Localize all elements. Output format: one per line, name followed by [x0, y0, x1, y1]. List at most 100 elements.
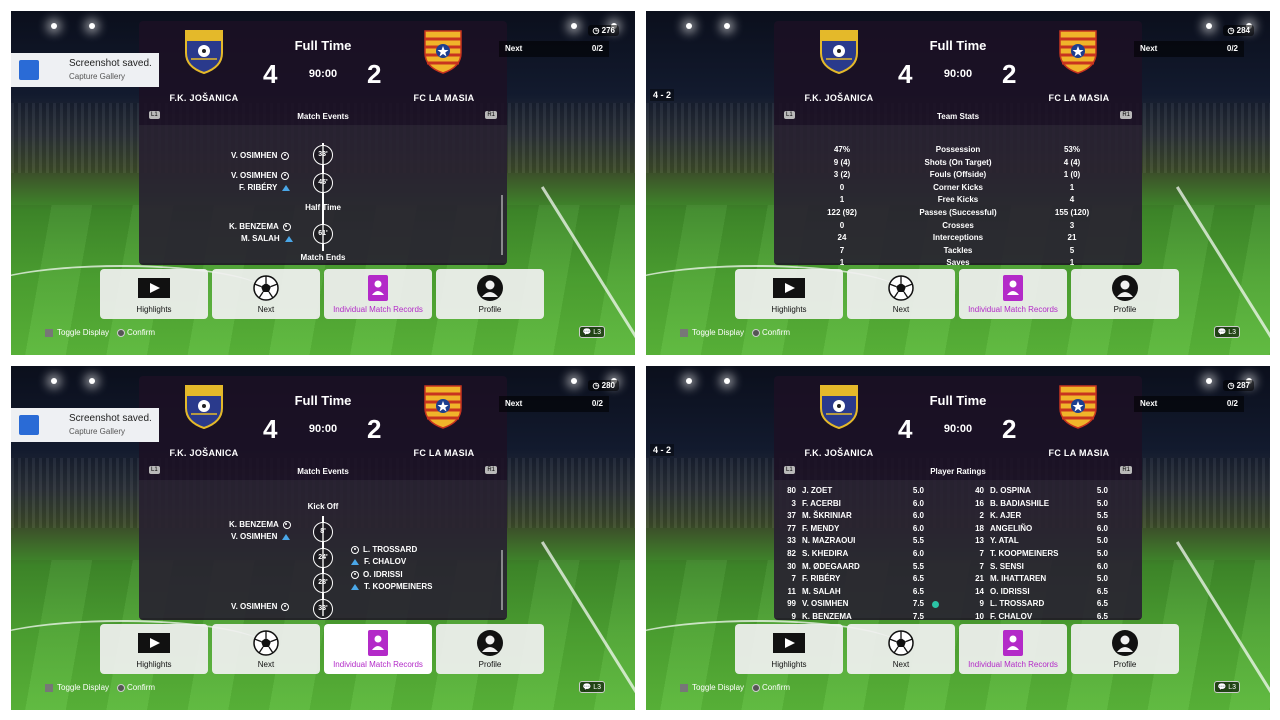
player-rating-row[interactable]: 80 J. ZOET 5.0 [774, 486, 944, 498]
player-rating-row[interactable]: 13 Y. ATAL 5.0 [962, 536, 1132, 548]
player-rating-row[interactable]: 18 ANGELIÑO 6.0 [962, 524, 1132, 536]
player-rating-row[interactable]: 37 M. ŠKRINIAR 6.0 [774, 511, 944, 523]
event-goal: L. TROSSARD [351, 545, 417, 554]
event-assist: M. SALAH [241, 234, 293, 243]
event-goal: K. BENZEMA [229, 222, 291, 231]
screen-quadrant: Full Time 4 90:00 2 F.K. JOŠANICA FC LA … [11, 366, 635, 710]
player-rating-row[interactable]: 21 M. IHATTAREN 5.0 [962, 574, 1132, 586]
cross-button-icon [117, 683, 126, 692]
next-match-bar[interactable]: Next 0/2 [1134, 396, 1244, 412]
individual-records-button[interactable]: Individual Match Records [959, 269, 1067, 319]
individual-records-button[interactable]: Individual Match Records [959, 624, 1067, 674]
away-team-name: FC LA MASIA [1048, 93, 1110, 103]
footer-hints: Toggle Display Confirm [45, 683, 155, 692]
highlights-button[interactable]: Highlights [735, 624, 843, 674]
stat-row: 7 Tackles 5 [839, 245, 1075, 255]
player-rating-row[interactable]: 40 D. OSPINA 5.0 [962, 486, 1132, 498]
player-rating-row[interactable]: 9 L. TROSSARD 6.5 [962, 599, 1132, 611]
away-team-name: FC LA MASIA [413, 448, 475, 458]
l3-chat-button[interactable]: 💬 L3 [578, 681, 605, 693]
scrollbar[interactable] [501, 550, 503, 610]
r1-button[interactable]: R1 [1120, 111, 1132, 119]
section-title: Player Ratings [930, 467, 986, 476]
highlights-button[interactable]: Highlights [100, 624, 208, 674]
player-rating-row[interactable]: 2 K. AJER 5.5 [962, 511, 1132, 523]
r1-button[interactable]: R1 [485, 111, 497, 119]
next-match-bar[interactable]: Next 0/2 [499, 396, 609, 412]
profile-button[interactable]: Profile [436, 624, 544, 674]
next-button[interactable]: Next [847, 269, 955, 319]
screen-quadrant: Full Time 4 90:00 2 F.K. JOŠANICA FC LA … [646, 366, 1270, 710]
player-rating-row[interactable]: 10 F. CHALOV 6.5 [962, 612, 1132, 624]
player-rating-row[interactable]: 16 B. BADIASHILE 5.0 [962, 499, 1132, 511]
next-button[interactable]: Next [847, 624, 955, 674]
match-ends-label: Match Ends [300, 253, 346, 262]
profile-icon [474, 630, 506, 656]
profile-button[interactable]: Profile [1071, 624, 1179, 674]
play-icon [773, 630, 805, 656]
next-button[interactable]: Next [212, 269, 320, 319]
results-panel: Full Time 4 90:00 2 F.K. JOŠANICA FC LA … [139, 376, 507, 620]
stat-row: 9 (4) Shots (On Target) 4 (4) [833, 157, 1081, 167]
minute-marker: 28' [313, 573, 333, 593]
panel-body[interactable]: 47% Possession 53% 9 (4) Shots (On Targe… [774, 125, 1142, 267]
player-rating-row[interactable]: 30 M. ØDEGAARD 5.5 [774, 562, 944, 574]
event-goal: V. OSIMHEN [231, 602, 290, 611]
player-rating-row[interactable]: 11 M. SALAH 6.5 [774, 587, 944, 599]
match-clock: 90:00 [308, 68, 338, 80]
away-score: 2 [367, 59, 382, 89]
minute-marker: 61' [313, 224, 333, 244]
r1-button[interactable]: R1 [485, 466, 497, 474]
player-rating-row[interactable]: 3 F. ACERBI 6.0 [774, 499, 944, 511]
player-rating-row[interactable]: 9 K. BENZEMA 7.5 [774, 612, 944, 624]
panel-body[interactable]: Kick Off K. BENZEMA V. OSIMHEN 8' 24' L. TROS… [139, 480, 507, 619]
individual-records-button[interactable]: Individual Match Records [324, 269, 432, 319]
score-header: Full Time 4 90:00 2 F.K. JOŠANICA FC LA … [774, 21, 1142, 121]
goal-icon [281, 171, 290, 180]
r1-button[interactable]: R1 [1120, 466, 1132, 474]
minute-marker: 33' [313, 599, 333, 619]
highlights-button[interactable]: Highlights [100, 269, 208, 319]
l3-chat-button[interactable]: 💬 L3 [1213, 326, 1240, 338]
panel-body[interactable]: V. OSIMHEN 33' V. OSIMHEN F. RIBÉRY 45' Half … [139, 125, 507, 263]
footer-hints: Toggle Display Confirm [680, 328, 790, 337]
match-status: Full Time [294, 393, 352, 408]
match-clock: 90:00 [943, 68, 973, 80]
records-icon [997, 630, 1029, 656]
next-match-bar[interactable]: Next 0/2 [499, 41, 609, 57]
minute-marker: 8' [313, 522, 333, 542]
player-rating-row[interactable]: 14 O. IDRISSI 6.5 [962, 587, 1132, 599]
half-time-label: Half Time [305, 203, 341, 212]
player-rating-row[interactable]: 7 S. SENSI 6.0 [962, 562, 1132, 574]
next-match-bar[interactable]: Next 0/2 [1134, 41, 1244, 57]
next-button[interactable]: Next [212, 624, 320, 674]
highlights-button[interactable]: Highlights [735, 269, 843, 319]
football-icon [885, 275, 917, 301]
player-rating-row[interactable]: 99 V. OSIMHEN 7.5 [774, 599, 944, 611]
event-goal: K. BENZEMA [229, 520, 291, 529]
home-team-name: F.K. JOŠANICA [804, 448, 874, 458]
stat-row: 47% Possession 53% [833, 145, 1080, 154]
score-header: Full Time 4 90:00 2 F.K. JOŠANICA FC LA … [139, 376, 507, 476]
player-rating-row[interactable]: 7 F. RIBÉRY 6.5 [774, 574, 944, 586]
event-goal: V. OSIMHEN [231, 171, 290, 180]
cross-button-icon [752, 328, 761, 337]
player-rating-row[interactable]: 33 N. MAZRAOUI 5.5 [774, 536, 944, 548]
touchpad-icon [680, 683, 688, 692]
gallery-icon [19, 415, 39, 435]
l3-chat-button[interactable]: 💬 L3 [1213, 681, 1240, 693]
player-rating-row[interactable]: 7 T. KOOPMEINERS 5.0 [962, 549, 1132, 561]
player-rating-row[interactable]: 77 F. MENDY 6.0 [774, 524, 944, 536]
away-score: 2 [1002, 59, 1017, 89]
profile-button[interactable]: Profile [1071, 269, 1179, 319]
goal-icon [351, 570, 359, 579]
l3-chat-button[interactable]: 💬 L3 [578, 326, 605, 338]
panel-body[interactable]: 80 J. ZOET 5.0 3 F. ACERBI 6.0 37 M. ŠKR… [774, 480, 1142, 621]
footer-hints: Toggle Display Confirm [45, 328, 155, 337]
profile-button[interactable]: Profile [436, 269, 544, 319]
away-score: 2 [367, 414, 382, 444]
player-rating-row[interactable]: 82 S. KHEDIRA 6.0 [774, 549, 944, 561]
scrollbar[interactable] [501, 195, 503, 255]
individual-records-button[interactable]: Individual Match Records [324, 624, 432, 674]
away-score: 2 [1002, 414, 1017, 444]
